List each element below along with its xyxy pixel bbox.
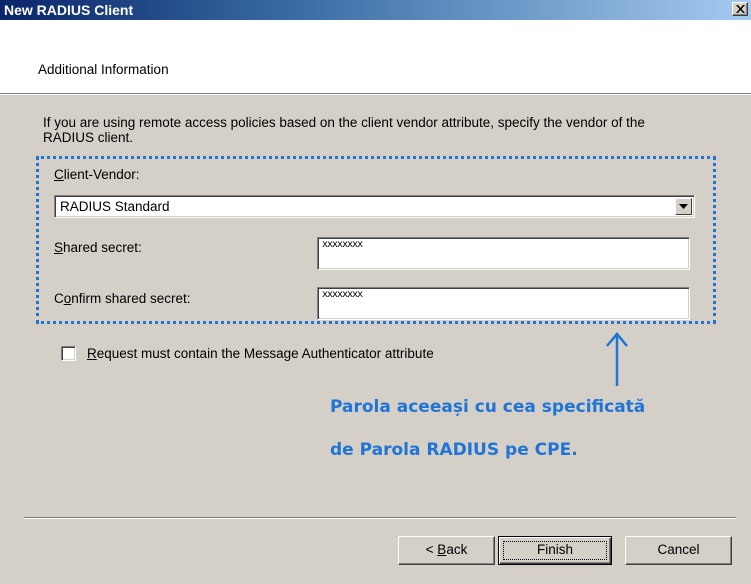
- arrow-up-icon: [606, 332, 628, 386]
- annotation-line-2: de Parola RADIUS pe CPE.: [330, 440, 578, 460]
- close-icon: [736, 5, 745, 13]
- client-vendor-value: RADIUS Standard: [60, 199, 170, 214]
- cancel-label: Cancel: [657, 542, 700, 557]
- shared-secret-label: Shared secret:: [54, 240, 142, 255]
- cancel-button[interactable]: Cancel: [625, 536, 732, 565]
- message-authenticator-label[interactable]: Request must contain the Message Authent…: [87, 346, 434, 361]
- intro-text: If you are using remote access policies …: [43, 115, 645, 145]
- dropdown-button[interactable]: [675, 198, 692, 215]
- confirm-secret-value: xxxxxxxx: [322, 289, 363, 300]
- client-vendor-select[interactable]: RADIUS Standard: [54, 195, 695, 218]
- dropdown-arrow-icon: [679, 204, 688, 209]
- confirm-secret-input[interactable]: xxxxxxxx: [317, 287, 690, 320]
- finish-button[interactable]: Finish: [498, 536, 612, 565]
- window-title: New RADIUS Client: [4, 2, 134, 18]
- message-authenticator-checkbox[interactable]: [61, 346, 76, 361]
- section-title: Additional Information: [38, 62, 169, 77]
- confirm-secret-label: Confirm shared secret:: [54, 291, 191, 306]
- title-bar: New RADIUS Client: [0, 0, 751, 20]
- finish-label: Finish: [536, 542, 573, 557]
- client-vendor-label: Client-Vendor:: [54, 167, 140, 182]
- header-separator: [0, 93, 751, 95]
- footer-separator: [24, 517, 736, 519]
- close-button[interactable]: [732, 2, 748, 16]
- shared-secret-input[interactable]: xxxxxxxx: [317, 237, 690, 270]
- shared-secret-value: xxxxxxxx: [322, 239, 363, 250]
- header-panel: Additional Information: [0, 20, 751, 93]
- back-button[interactable]: < Back: [398, 536, 495, 565]
- annotation-line-1: Parola aceeași cu cea specificată: [330, 397, 646, 417]
